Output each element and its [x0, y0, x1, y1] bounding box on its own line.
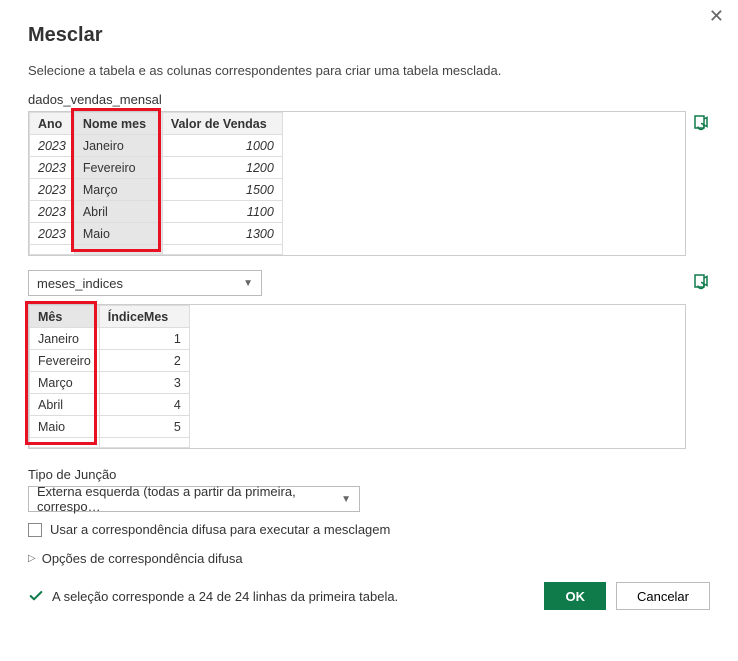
- join-type-dropdown[interactable]: Externa esquerda (todas a partir da prim…: [28, 486, 360, 512]
- table2-preview[interactable]: Mês ÍndiceMes Janeiro1 Fevereiro2 Março3…: [28, 304, 686, 449]
- table-row[interactable]: 2023Abril1100: [30, 201, 283, 223]
- table2-header-indice[interactable]: ÍndiceMes: [99, 306, 189, 328]
- ok-button[interactable]: OK: [544, 582, 606, 610]
- chevron-right-icon: ▷: [28, 553, 36, 564]
- fuzzy-options-label: Opções de correspondência difusa: [42, 551, 243, 566]
- table1-preview[interactable]: Ano Nome mes Valor de Vendas 2023Janeiro…: [28, 111, 686, 256]
- fuzzy-options-expander[interactable]: ▷ Opções de correspondência difusa: [28, 551, 710, 566]
- table-row[interactable]: Março3: [30, 372, 190, 394]
- table-row[interactable]: Maio5: [30, 416, 190, 438]
- table1-header-ano[interactable]: Ano: [30, 113, 75, 135]
- table1-header-nome-mes[interactable]: Nome mes: [74, 113, 162, 135]
- dialog-subtitle: Selecione a tabela e as colunas correspo…: [28, 63, 710, 78]
- table-row[interactable]: Janeiro1: [30, 328, 190, 350]
- join-type-value: Externa esquerda (todas a partir da prim…: [37, 484, 333, 514]
- status-text: A seleção corresponde a 24 de 24 linhas …: [52, 589, 398, 604]
- table-row[interactable]: 2023Março1500: [30, 179, 283, 201]
- cancel-button[interactable]: Cancelar: [616, 582, 710, 610]
- join-type-label: Tipo de Junção: [28, 467, 710, 482]
- table2-header-mes[interactable]: Mês: [30, 306, 100, 328]
- table1-header-valor[interactable]: Valor de Vendas: [162, 113, 282, 135]
- table-row[interactable]: 2023Fevereiro1200: [30, 157, 283, 179]
- table-row[interactable]: 2023Janeiro1000: [30, 135, 283, 157]
- table2-source-dropdown[interactable]: meses_indices ▼: [28, 270, 262, 296]
- table-row[interactable]: Abril4: [30, 394, 190, 416]
- close-icon[interactable]: ✕: [709, 6, 724, 27]
- chevron-down-icon: ▼: [243, 278, 253, 289]
- check-icon: [28, 588, 44, 604]
- table2-source-value: meses_indices: [37, 276, 123, 291]
- chevron-down-icon: ▼: [341, 494, 351, 505]
- fuzzy-match-label: Usar a correspondência difusa para execu…: [50, 522, 390, 537]
- fuzzy-match-checkbox[interactable]: [28, 523, 42, 537]
- refresh-icon[interactable]: [692, 113, 710, 131]
- table-row[interactable]: 2023Maio1300: [30, 223, 283, 245]
- dialog-title: Mesclar: [28, 24, 710, 47]
- table-row[interactable]: Fevereiro2: [30, 350, 190, 372]
- table1-name: dados_vendas_mensal: [28, 92, 710, 107]
- refresh-icon[interactable]: [692, 272, 710, 290]
